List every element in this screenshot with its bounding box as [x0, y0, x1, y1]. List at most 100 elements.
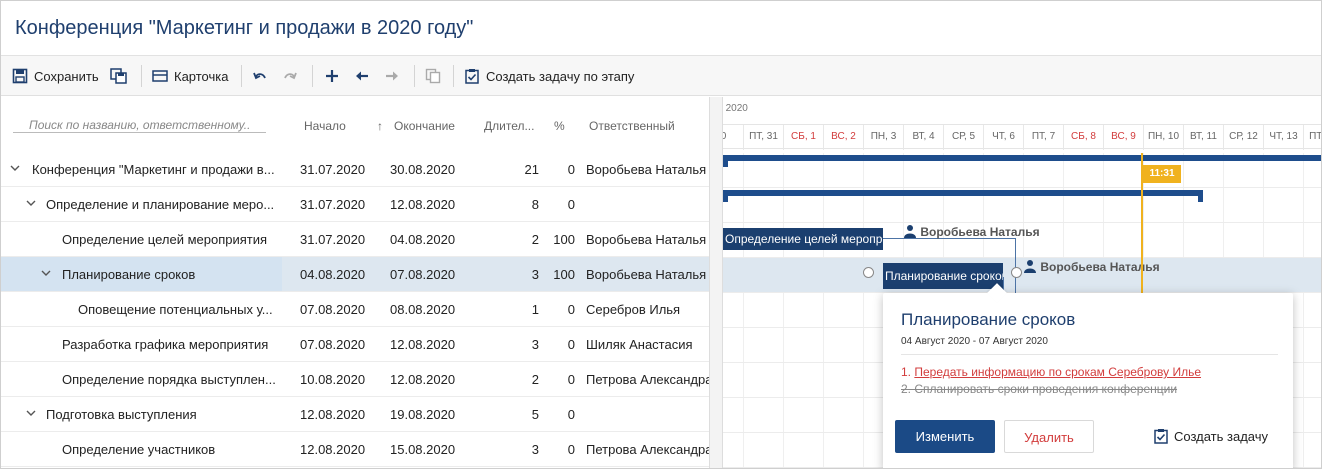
connector-handle[interactable] — [1011, 267, 1022, 278]
task-bar-selected[interactable]: Планирование сроков — [883, 263, 1003, 289]
summary-bar-cap — [1198, 190, 1203, 202]
name-cell: Разработка графика мероприятия — [1, 327, 282, 361]
table-row[interactable]: Разработка графика мероприятия 07.08.202… — [1, 327, 709, 362]
duration: 3 — [531, 337, 539, 352]
end-date: 04.08.2020 — [390, 232, 456, 247]
duration: 2 — [531, 232, 539, 247]
timeline-day: ПТ, 31 — [743, 125, 783, 150]
chevron-down-icon[interactable] — [41, 268, 51, 278]
table-row[interactable]: Подготовка выступления 12.08.2020 19.08.… — [1, 397, 709, 432]
task-bar[interactable]: Определение целей мероприя — [723, 228, 883, 250]
task-name: Планирование сроков — [62, 267, 196, 282]
summary-bar[interactable] — [723, 155, 1321, 161]
card-button[interactable]: Карточка — [152, 56, 228, 96]
task-grid: Конференция "Маркетинг и продажи в... 31… — [1, 152, 709, 467]
duration: 8 — [531, 197, 539, 212]
owner: Серебров Илья — [586, 302, 681, 317]
name-cell: Определение участников — [1, 432, 282, 466]
owner-name: Воробьева Наталья — [920, 225, 1040, 239]
table-row[interactable]: Определение и планирование меро... 31.07… — [1, 187, 709, 222]
save-as-icon — [110, 68, 127, 84]
duration: 21 — [524, 162, 539, 177]
timeline-day: ВС, 9 — [1103, 125, 1143, 150]
splitter[interactable] — [709, 97, 723, 468]
task-name: Разработка графика мероприятия — [62, 337, 269, 352]
start-date: 07.08.2020 — [300, 302, 366, 317]
checklist-link[interactable]: Передать информацию по срокам Сереброву … — [914, 365, 1201, 379]
timeline-day: СБ, 8 — [1063, 125, 1103, 150]
duration: 2 — [531, 372, 539, 387]
toolbar: Сохранить Карточка Создать задачу по эта… — [1, 56, 1321, 96]
timeline-day: ПН, 3 — [863, 125, 903, 150]
percent: 100 — [553, 267, 575, 282]
popup-title: Планирование сроков — [901, 310, 1076, 329]
bar-owner-label: Воробьева Наталья — [903, 224, 1040, 239]
toolbar-divider — [141, 65, 142, 87]
toolbar-divider — [312, 65, 313, 87]
end-date: 12.08.2020 — [390, 337, 456, 352]
name-cell: Подготовка выступления — [1, 397, 282, 431]
timeline-day: ВТ, 11 — [1183, 125, 1223, 150]
create-task-by-stage-button[interactable]: Создать задачу по этапу — [464, 56, 634, 96]
table-row[interactable]: Определение участников 12.08.2020 15.08.… — [1, 432, 709, 467]
save-as-button[interactable] — [110, 56, 127, 96]
item-number: 1. — [901, 365, 915, 379]
task-name: Определение и планирование меро... — [46, 197, 275, 212]
owner: Петрова Александра — [586, 442, 709, 457]
save-button[interactable]: Сохранить — [12, 56, 99, 96]
task-name: Оповещение потенциальных у... — [78, 302, 273, 317]
toolbar-divider — [453, 65, 454, 87]
owner: Воробьева Наталья — [586, 232, 707, 247]
percent: 0 — [567, 197, 575, 212]
chevron-down-icon[interactable] — [26, 408, 36, 418]
redo-button[interactable] — [282, 56, 298, 96]
add-button[interactable] — [324, 56, 340, 96]
chevron-down-icon[interactable] — [26, 198, 36, 208]
column-end[interactable]: Окончание — [394, 119, 455, 133]
owner: Воробьева Наталья — [586, 267, 707, 282]
table-row[interactable]: Оповещение потенциальных у... 07.08.2020… — [1, 292, 709, 327]
undo-icon — [252, 68, 268, 84]
table-row[interactable]: Конференция "Маркетинг и продажи в... 31… — [1, 152, 709, 187]
end-date: 19.08.2020 — [390, 407, 456, 422]
column-start[interactable]: Начало — [304, 119, 346, 133]
percent: 0 — [567, 162, 575, 177]
copy-button[interactable] — [425, 56, 441, 96]
percent: 0 — [567, 302, 575, 317]
percent: 100 — [553, 232, 575, 247]
timeline-day: ЧТ, 6 — [983, 125, 1023, 150]
summary-bar-cap — [723, 190, 728, 202]
task-name: Определение целей мероприятия — [62, 232, 268, 247]
column-owner[interactable]: Ответственный — [589, 119, 675, 133]
undo-button[interactable] — [252, 56, 268, 96]
delete-button[interactable]: Удалить — [1004, 420, 1094, 453]
plus-icon — [324, 68, 340, 84]
column-percent[interactable]: % — [554, 119, 565, 133]
end-date: 07.08.2020 — [390, 267, 456, 282]
search-input[interactable] — [13, 117, 266, 133]
table-row-selected[interactable]: Планирование сроков 04.08.2020 07.08.202… — [1, 257, 709, 292]
arrow-right-icon — [384, 68, 400, 84]
timeline-month: ль, 2020 — [723, 103, 748, 114]
table-row[interactable]: Определение порядка выступлен... 10.08.2… — [1, 362, 709, 397]
app-window: Конференция "Маркетинг и продажи в 2020 … — [0, 0, 1322, 469]
owner: Петрова Александра — [586, 372, 709, 387]
task-popup: Планирование сроков 04 Август 2020 - 07 … — [883, 283, 1293, 468]
end-date: 30.08.2020 — [390, 162, 456, 177]
edit-button[interactable]: Изменить — [895, 420, 995, 453]
column-duration[interactable]: Длител... — [484, 119, 534, 133]
table-row[interactable]: Определение целей мероприятия 31.07.2020… — [1, 222, 709, 257]
clipboard-check-icon — [464, 68, 480, 84]
outdent-button[interactable] — [354, 56, 370, 96]
chevron-down-icon[interactable] — [10, 163, 20, 173]
connector-handle[interactable] — [863, 267, 874, 278]
summary-bar[interactable] — [723, 190, 1203, 196]
page-title: Конференция "Маркетинг и продажи в 2020 … — [15, 17, 474, 39]
task-name: Определение порядка выступлен... — [62, 372, 276, 387]
create-task-by-stage-label: Создать задачу по этапу — [486, 68, 635, 84]
timeline-day: 0 — [723, 125, 743, 150]
timeline-day: СР, 12 — [1223, 125, 1263, 150]
indent-button[interactable] — [384, 56, 400, 96]
create-task-button[interactable]: Создать задачу — [1154, 428, 1268, 444]
sort-icon[interactable]: ↑ — [377, 119, 383, 133]
